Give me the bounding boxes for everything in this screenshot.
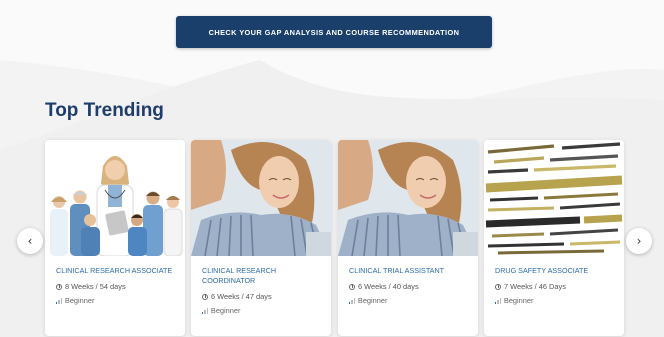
course-title[interactable]: DRUG SAFETY ASSOCIATE [495,266,619,276]
course-image-medical-team [45,140,185,256]
section-title: Top Trending [45,100,164,121]
course-card[interactable]: DRUG SAFETY ASSOCIATE 7 Weeks / 46 Days … [484,140,624,336]
carousel-next-button[interactable]: › [626,228,652,254]
course-image-woman-laptop [338,140,478,256]
signal-bars-icon [495,297,501,304]
course-duration: 8 Weeks / 54 days [56,282,126,291]
course-level: Beginner [349,296,387,305]
course-duration: 6 Weeks / 40 days [349,282,419,291]
course-title[interactable]: CLINICAL RESEARCH COORDINATOR [202,266,326,285]
gap-analysis-button[interactable]: CHECK YOUR GAP ANALYSIS AND COURSE RECOM… [176,16,492,48]
signal-bars-icon [56,297,62,304]
clock-icon [56,283,62,290]
chevron-left-icon: ‹ [27,234,33,248]
course-image-woman-laptop [191,140,331,256]
course-title[interactable]: CLINICAL RESEARCH ASSOCIATE [56,266,180,276]
signal-bars-icon [349,297,355,304]
course-level: Beginner [202,306,240,315]
signal-bars-icon [202,307,208,314]
course-duration: 6 Weeks / 47 days [202,292,272,301]
clock-icon [202,293,208,300]
course-card[interactable]: CLINICAL TRIAL ASSISTANT 6 Weeks / 40 da… [338,140,478,336]
carousel-prev-button[interactable]: ‹ [17,228,43,254]
course-card[interactable]: CLINICAL RESEARCH COORDINATOR 6 Weeks / … [191,140,331,336]
course-level: Beginner [495,296,533,305]
course-duration: 7 Weeks / 46 Days [495,282,566,291]
course-title[interactable]: CLINICAL TRIAL ASSISTANT [349,266,473,276]
course-carousel: CLINICAL RESEARCH ASSOCIATE 8 Weeks / 54… [0,138,664,337]
chevron-right-icon: › [636,234,642,248]
course-image-pharmacovigilance-word-cloud [484,140,624,256]
clock-icon [349,283,355,290]
course-card[interactable]: CLINICAL RESEARCH ASSOCIATE 8 Weeks / 54… [45,140,185,336]
course-level: Beginner [56,296,94,305]
clock-icon [495,283,501,290]
